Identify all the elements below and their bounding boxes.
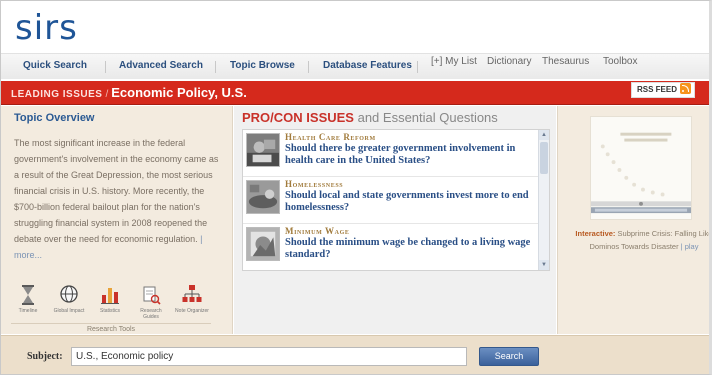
- rss-feed-button[interactable]: RSS FEED: [630, 82, 695, 98]
- search-button[interactable]: Search: [479, 347, 539, 366]
- issues-scrollbar[interactable]: ▲ ▼: [538, 130, 549, 270]
- rss-feed-label: RSS FEED: [636, 85, 677, 94]
- tool-label: Research Guides: [140, 308, 162, 320]
- bar-chart-icon: [101, 288, 119, 304]
- tool-label: Note Organizer: [175, 308, 209, 314]
- nav-divider: [417, 61, 418, 73]
- main-nav: Quick Search Advanced Search Topic Brows…: [1, 53, 709, 79]
- research-tools-caption: Research Tools: [11, 323, 211, 333]
- thesaurus-link[interactable]: Thesaurus: [542, 56, 589, 67]
- research-tools: Timeline Global Impact Statistics Resear…: [11, 282, 225, 334]
- dictionary-link[interactable]: Dictionary: [487, 56, 531, 67]
- tab-advanced-search[interactable]: Advanced Search: [119, 60, 203, 71]
- issue-question-link[interactable]: Should local and state governments inves…: [285, 190, 535, 214]
- procon-heading-rest: and Essential Questions: [357, 110, 498, 125]
- procon-heading: PRO/CON ISSUES and Essential Questions: [242, 110, 498, 125]
- overview-body: The most significant increase in the fed…: [14, 138, 219, 244]
- issue-category: Health Care Reform: [285, 132, 376, 142]
- tab-database-features[interactable]: Database Features: [323, 60, 412, 71]
- nav-divider: [308, 61, 309, 73]
- research-guide-icon: [143, 286, 161, 305]
- tool-label: Statistics: [99, 308, 120, 314]
- tool-timeline[interactable]: Timeline: [11, 284, 45, 314]
- issue-category: Minimum Wage: [285, 226, 350, 236]
- globe-icon: [60, 285, 78, 303]
- breadcrumb-separator: /: [105, 89, 109, 100]
- issue-item-minimum-wage[interactable]: Minimum Wage Should the minimum wage be …: [243, 224, 539, 270]
- breadcrumb-section[interactable]: Leading Issues: [11, 89, 102, 100]
- nav-divider: [105, 61, 106, 73]
- interactive-panel: Interactive: Subprime Crisis: Falling Li…: [557, 106, 709, 334]
- issue-thumbnail: [246, 133, 280, 167]
- topic-overview-panel: Topic Overview The most significant incr…: [1, 106, 233, 334]
- issue-category: Homelessness: [285, 179, 344, 189]
- tool-note-organizer[interactable]: Note Organizer: [175, 284, 209, 314]
- issues-list: Health Care Reform Should there be great…: [242, 129, 550, 271]
- interactive-play-link[interactable]: | play: [681, 242, 699, 251]
- interactive-thumbnail[interactable]: [590, 116, 692, 220]
- issue-thumbnail: [246, 227, 280, 261]
- tool-statistics[interactable]: Statistics: [93, 284, 127, 314]
- my-list-link[interactable]: [+] My List: [431, 56, 477, 67]
- procon-panel: PRO/CON ISSUES and Essential Questions H…: [234, 106, 556, 334]
- sirs-logo[interactable]: sirs: [15, 11, 78, 45]
- procon-heading-bold: PRO/CON ISSUES: [242, 110, 354, 125]
- breadcrumb: Leading Issues / Economic Policy, U.S.: [11, 85, 247, 100]
- page-title: Economic Policy, U.S.: [111, 85, 247, 100]
- issue-question-link[interactable]: Should the minimum wage be changed to a …: [285, 237, 535, 261]
- tool-research-guides[interactable]: Research Guides: [134, 284, 168, 320]
- interactive-label: Interactive:: [575, 229, 616, 238]
- tool-label: Global Impact: [53, 308, 85, 314]
- topic-banner: Leading Issues / Economic Policy, U.S. RSS…: [1, 81, 709, 105]
- nav-divider: [215, 61, 216, 73]
- tool-label: Timeline: [18, 308, 38, 314]
- org-chart-icon: [182, 285, 202, 302]
- tab-quick-search[interactable]: Quick Search: [23, 60, 87, 71]
- hourglass-icon: [22, 285, 34, 305]
- scroll-down-arrow-icon[interactable]: ▼: [539, 260, 549, 270]
- more-label: more...: [14, 250, 43, 260]
- subject-search-input[interactable]: [71, 347, 467, 366]
- subject-label: Subject:: [27, 351, 63, 362]
- tool-global-impact[interactable]: Global Impact: [52, 284, 86, 314]
- issue-thumbnail: [246, 180, 280, 214]
- scroll-thumb[interactable]: [540, 142, 548, 174]
- topic-overview-text: The most significant increase in the fed…: [14, 135, 222, 263]
- header: sirs: [1, 1, 709, 53]
- sirs-page: sirs Quick Search Advanced Search Topic …: [0, 0, 712, 375]
- topic-overview-heading: Topic Overview: [14, 112, 95, 124]
- toolbox-link[interactable]: Toolbox: [603, 56, 637, 67]
- rss-icon: [680, 83, 691, 94]
- interactive-caption: Interactive: Subprime Crisis: Falling Li…: [572, 227, 709, 253]
- tab-topic-browse[interactable]: Topic Browse: [230, 60, 295, 71]
- issue-item-homelessness[interactable]: Homelessness Should local and state gove…: [243, 177, 539, 224]
- issue-item-health-care[interactable]: Health Care Reform Should there be great…: [243, 130, 539, 177]
- scroll-up-arrow-icon[interactable]: ▲: [539, 130, 549, 140]
- issue-question-link[interactable]: Should there be greater government invol…: [285, 143, 535, 167]
- play-label: play: [684, 242, 699, 251]
- subject-search-bar: Subject: Search: [1, 335, 709, 374]
